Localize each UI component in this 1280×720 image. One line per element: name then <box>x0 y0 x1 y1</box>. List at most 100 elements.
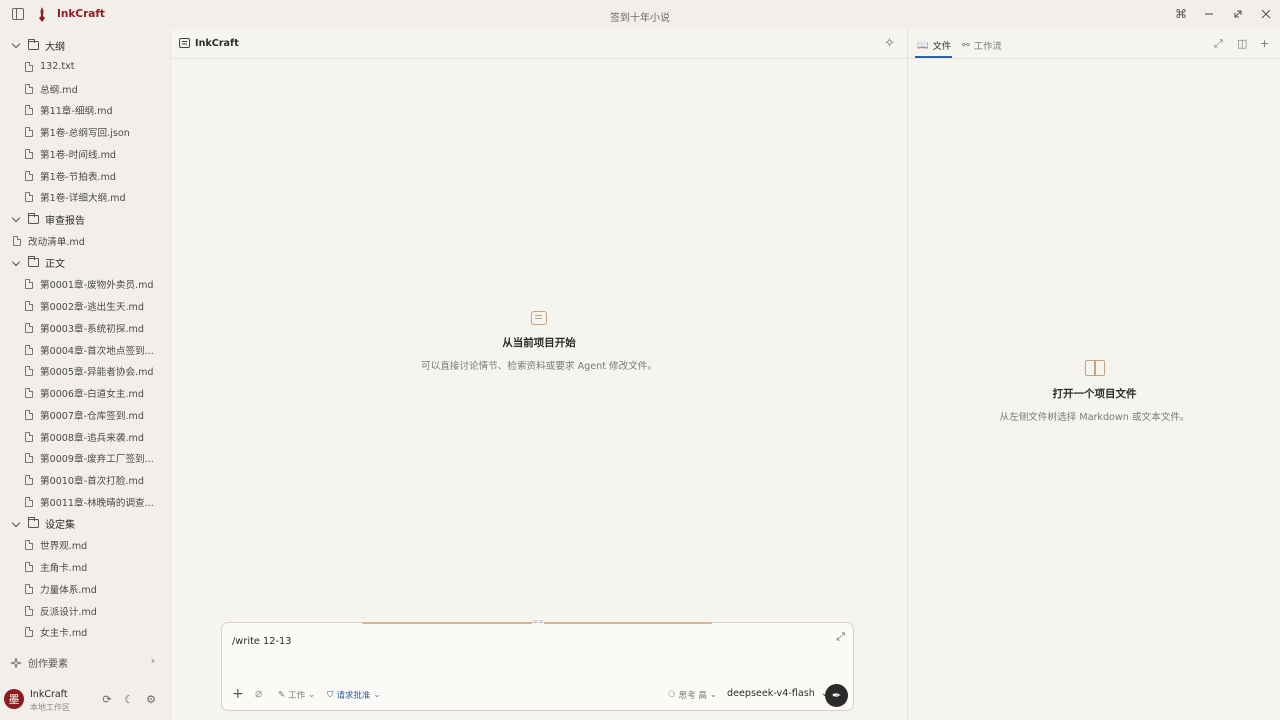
chat-title: InkCraft <box>195 38 239 49</box>
sync-icon[interactable]: ⟳ <box>100 692 114 706</box>
file-icon <box>25 366 33 377</box>
file-label: 第0001章-废物外卖员.md <box>40 280 154 292</box>
tab-files[interactable]: 📖 文件 <box>917 38 951 53</box>
file-label: 女主卡.md <box>40 628 88 640</box>
add-icon[interactable]: + <box>1260 37 1269 50</box>
file-item[interactable]: 力量体系.md <box>0 579 169 599</box>
file-icon <box>25 475 33 485</box>
file-item[interactable]: 第1卷-节拍表.md <box>0 166 169 186</box>
file-item[interactable]: 第0002章-逃出生天.md <box>0 296 169 316</box>
thinking-label: 思考 高 <box>678 691 707 701</box>
folder-label: 大纲 <box>45 41 65 53</box>
minimize-icon <box>1205 13 1213 15</box>
file-item[interactable]: 第1卷-时间线.md <box>0 144 169 164</box>
window-title: 签到十年小说 <box>610 13 670 24</box>
model-selector[interactable]: deepseek-v4-flash ⌄ <box>727 688 829 699</box>
theme-moon-icon[interactable]: ☾ <box>122 692 136 706</box>
folder-icon <box>27 256 39 267</box>
chevron-down-icon[interactable] <box>12 520 20 528</box>
file-item[interactable]: 第0004章-首次地点签到... <box>0 340 169 360</box>
file-label: 第0003章-系统初探.md <box>40 323 144 335</box>
file-item[interactable]: 第1卷-详细大纲.md <box>0 187 169 207</box>
preview-empty-state: 打开一个项目文件 从左侧文件树选择 Markdown 或文本文件。 <box>908 360 1280 423</box>
file-label: 反派设计.md <box>40 606 97 618</box>
approval-selector[interactable]: ⛉ 请求批准 ⌄ <box>327 689 381 701</box>
file-icon <box>25 496 33 507</box>
sparkles-icon[interactable]: ✧ <box>884 36 895 51</box>
message-icon <box>531 311 547 325</box>
file-item[interactable]: 总纲.md <box>0 79 169 99</box>
file-item[interactable]: 第0010章-首次打脸.md <box>0 470 169 490</box>
avatar[interactable]: 墨 <box>4 689 24 709</box>
file-item[interactable]: 主角卡.md <box>0 557 169 577</box>
command-icon[interactable]: ⌘ <box>1173 6 1189 22</box>
file-icon <box>25 627 33 638</box>
chat-panel: InkCraft ✧ 从当前项目开始 可以直接讨论情节、检索资料或要求 Agen… <box>170 29 907 720</box>
preview-empty-title: 打开一个项目文件 <box>1052 388 1137 400</box>
file-label: 总纲.md <box>40 84 78 96</box>
folder-icon <box>27 212 39 224</box>
file-item[interactable]: 第11章-细纲.md <box>0 100 169 120</box>
creative-elements-item[interactable]: 创作要素 › <box>10 654 155 670</box>
chevron-down-icon: ⌄ <box>709 690 717 700</box>
file-item[interactable]: 女主卡.md <box>0 622 169 642</box>
file-item[interactable]: 第0007章-仓库签到.md <box>0 405 169 425</box>
workflow-icon: ⚯ <box>962 39 970 51</box>
file-icon <box>25 344 33 355</box>
model-label: deepseek-v4-flash <box>727 688 815 699</box>
panel-toggle-icon[interactable]: ◫ <box>1237 37 1247 50</box>
thinking-selector[interactable]: ⚆ 思考 高 ⌄ <box>668 689 717 701</box>
folder-item[interactable]: 审查报告 <box>0 209 169 229</box>
close-button[interactable] <box>1258 6 1274 22</box>
user-name: InkCraft <box>30 689 68 700</box>
expand-icon[interactable]: ⤢ <box>836 630 845 644</box>
file-item[interactable]: 第0008章-追兵来袭.md <box>0 427 169 447</box>
file-label: 第1卷-总纲写回.json <box>40 128 130 139</box>
message-composer[interactable]: == /write 12-13 ⤢ + ⌀ ✎ 工作 ⌄ ⛉ 请求批准 ⌄ ⚆ … <box>221 618 854 711</box>
file-item[interactable]: 第0011章-林晚晴的调查... <box>0 492 169 512</box>
chat-empty-title: 从当前项目开始 <box>502 337 576 349</box>
folder-item[interactable]: 正文 <box>0 253 169 273</box>
file-icon <box>25 61 33 72</box>
chevron-down-icon: ⌄ <box>308 690 316 700</box>
file-item[interactable]: 第0003章-系统初探.md <box>0 318 169 338</box>
file-item[interactable]: 第0006章-白道女主.md <box>0 383 169 403</box>
folder-icon <box>27 38 39 50</box>
creative-elements-label: 创作要素 <box>28 659 68 670</box>
folder-label: 审查报告 <box>45 215 85 227</box>
folder-item[interactable]: 大纲 <box>0 35 169 55</box>
message-input[interactable]: /write 12-13 <box>232 636 292 647</box>
title-bar: InkCraft 签到十年小说 ⌘ <box>0 0 1280 29</box>
file-item[interactable]: 改动清单.md <box>0 231 169 251</box>
chevron-down-icon[interactable] <box>12 215 20 223</box>
tab-workflow[interactable]: ⚯ 工作流 <box>962 38 1002 53</box>
grip-icon[interactable]: == <box>532 618 544 627</box>
file-label: 主角卡.md <box>40 563 88 574</box>
file-label: 第0009章-废弃工厂签到... <box>40 454 154 466</box>
file-item[interactable]: 第1卷-总纲写回.json <box>0 122 169 142</box>
chevron-down-icon[interactable] <box>12 259 20 267</box>
file-item[interactable]: 第0001章-废物外卖员.md <box>0 274 169 294</box>
file-item[interactable]: 第0005章-异能者协会.md <box>0 361 169 381</box>
maximize-button[interactable] <box>1230 6 1246 22</box>
add-icon[interactable]: + <box>232 686 244 702</box>
send-button[interactable]: ✒ <box>825 684 848 707</box>
file-icon <box>25 301 33 311</box>
feather-send-icon: ✒ <box>831 689 842 702</box>
file-icon <box>25 322 33 333</box>
expand-icon[interactable]: ⤢ <box>1214 37 1223 51</box>
file-item[interactable]: 第0009章-废弃工厂签到... <box>0 448 169 468</box>
chevron-down-icon[interactable] <box>12 41 20 49</box>
file-label: 第0006章-白道女主.md <box>40 389 144 400</box>
mode-selector[interactable]: ✎ 工作 ⌄ <box>278 689 315 701</box>
minimize-button[interactable] <box>1201 6 1217 22</box>
settings-gear-icon[interactable]: ⚙ <box>144 692 158 706</box>
file-label: 第0002章-逃出生天.md <box>40 302 144 313</box>
file-icon <box>25 409 33 420</box>
file-item[interactable]: 132.txt <box>0 57 169 77</box>
file-item[interactable]: 世界观.md <box>0 535 169 555</box>
file-item[interactable]: 反派设计.md <box>0 601 169 621</box>
attach-icon[interactable]: ⌀ <box>255 686 262 700</box>
folder-item[interactable]: 设定集 <box>0 514 169 534</box>
folder-label: 设定集 <box>45 520 75 531</box>
